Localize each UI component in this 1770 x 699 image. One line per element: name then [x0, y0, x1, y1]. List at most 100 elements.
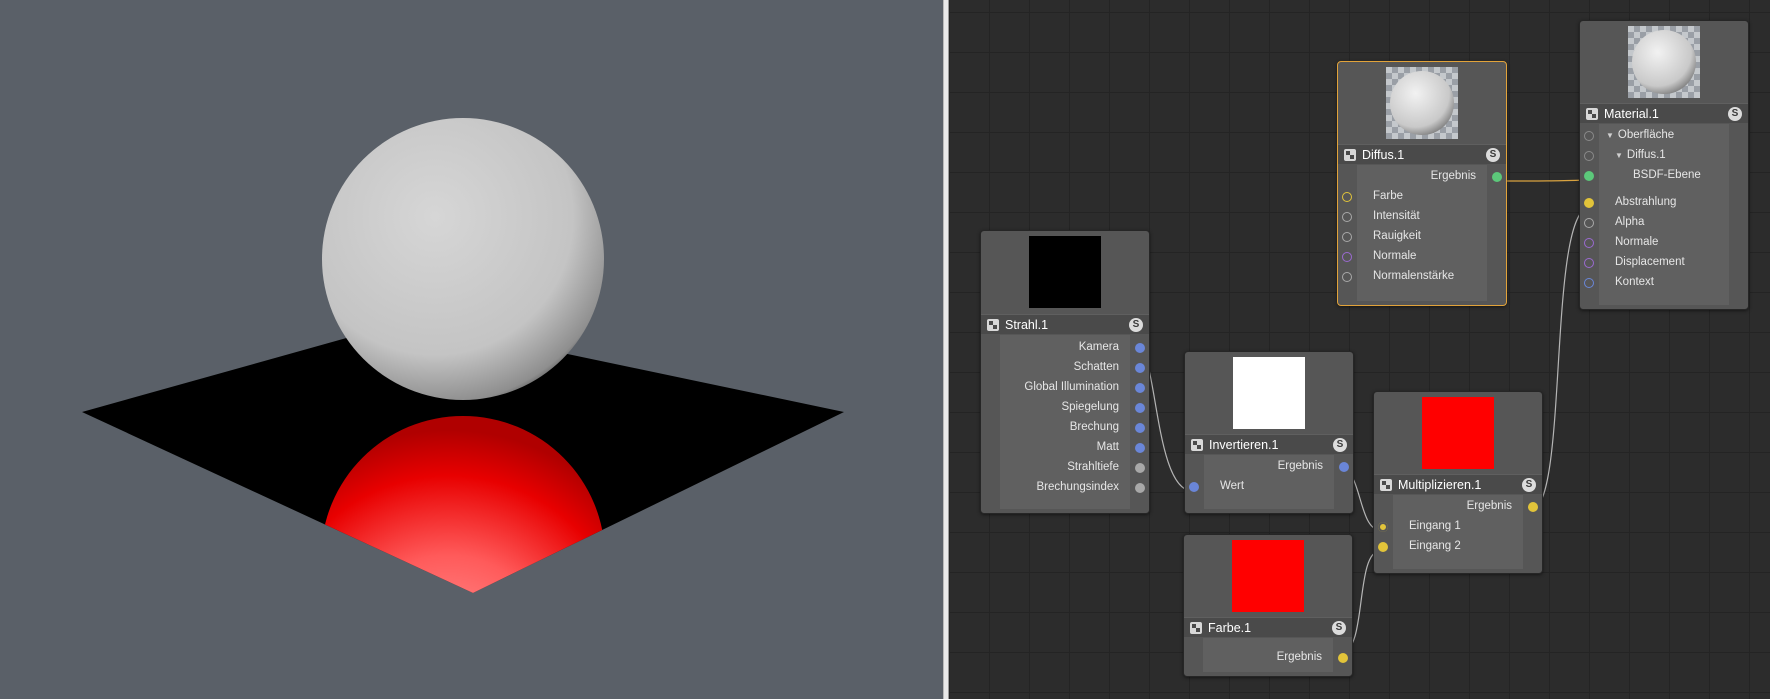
port-row-ergebnis: Ergebnis	[1357, 167, 1487, 187]
input-port-eingang-2[interactable]	[1378, 542, 1388, 552]
node-ports-area: ▼ Oberfläche ▼ Diffus.1 BSDF-Ebene Abstrah…	[1599, 124, 1729, 305]
output-port-schatten[interactable]	[1135, 363, 1145, 373]
node-header[interactable]: Farbe.1 S	[1184, 617, 1352, 637]
solo-button[interactable]: S	[1129, 318, 1143, 332]
input-port-kontext[interactable]	[1584, 278, 1594, 288]
node-editor[interactable]: Strahl.1 S Kamera Schatten Global Illumi…	[949, 0, 1770, 699]
port-row-strahltiefe: Strahltiefe	[1000, 458, 1130, 478]
input-port-abstrahlung[interactable]	[1584, 198, 1594, 208]
tree-item-label: ▼ Oberfläche	[1606, 129, 1674, 141]
output-port-global-illumination[interactable]	[1135, 383, 1145, 393]
tree-item-label: ▼ Diffus.1	[1615, 149, 1666, 161]
node-header[interactable]: Strahl.1 S	[981, 314, 1149, 334]
node-ports-area: Ergebnis Wert	[1204, 455, 1334, 509]
node-header[interactable]: Multiplizieren.1 S	[1374, 474, 1542, 494]
port-label: Eingang 1	[1409, 520, 1461, 532]
port-row-alpha: Alpha	[1599, 213, 1729, 233]
node-invertieren[interactable]: Invertieren.1 S Ergebnis Wert	[1184, 351, 1354, 514]
input-port-normale[interactable]	[1342, 252, 1352, 262]
input-port-wert[interactable]	[1189, 482, 1199, 492]
port-label: Ergebnis	[1276, 651, 1322, 663]
node-header[interactable]: Diffus.1 S	[1338, 144, 1506, 164]
port-label: Normalenstärke	[1373, 270, 1455, 282]
expand-triangle-icon[interactable]: ▼	[1615, 151, 1623, 160]
output-port-matt[interactable]	[1135, 443, 1145, 453]
port-label: Strahltiefe	[1067, 461, 1119, 473]
multiplizieren-preview-swatch	[1422, 397, 1494, 469]
port-label: Ergebnis	[1277, 460, 1323, 472]
tree-item-oberflaeche[interactable]: ▼ Oberfläche	[1599, 126, 1729, 146]
invertieren-preview-swatch	[1233, 357, 1305, 429]
input-port-diffus[interactable]	[1584, 151, 1594, 161]
tree-item-label: BSDF-Ebene	[1633, 169, 1701, 181]
node-strahl[interactable]: Strahl.1 S Kamera Schatten Global Illumi…	[980, 230, 1150, 514]
port-row-ergebnis: Ergebnis	[1203, 648, 1333, 668]
input-port-normale[interactable]	[1584, 238, 1594, 248]
input-port-intensitaet[interactable]	[1342, 212, 1352, 222]
sphere-reflection	[321, 416, 605, 593]
port-row-ergebnis: Ergebnis	[1204, 457, 1334, 477]
node-type-icon	[987, 319, 999, 331]
port-row-global-illumination: Global Illumination	[1000, 378, 1130, 398]
solo-button[interactable]: S	[1522, 478, 1536, 492]
port-label: Normale	[1615, 236, 1659, 248]
port-row-normalenstaerke: Normalenstärke	[1357, 267, 1487, 287]
sphere-thumbnail-icon	[1390, 71, 1454, 135]
output-port-brechung[interactable]	[1135, 423, 1145, 433]
input-port-rauigkeit[interactable]	[1342, 232, 1352, 242]
port-label: Alpha	[1615, 216, 1645, 228]
material-preview-sphere	[1628, 26, 1700, 98]
port-row-rauigkeit: Rauigkeit	[1357, 227, 1487, 247]
port-label: Normale	[1373, 250, 1417, 262]
input-port-displacement[interactable]	[1584, 258, 1594, 268]
sphere-thumbnail-icon	[1632, 30, 1696, 94]
node-ports-area: Ergebnis Eingang 1 Eingang 2	[1393, 495, 1523, 569]
input-port-normalenstaerke[interactable]	[1342, 272, 1352, 282]
port-row-ergebnis: Ergebnis	[1393, 497, 1523, 517]
port-row-eingang-2: Eingang 2	[1393, 537, 1523, 557]
input-port-alpha[interactable]	[1584, 218, 1594, 228]
node-type-icon	[1191, 439, 1203, 451]
node-title: Farbe.1	[1208, 621, 1252, 635]
input-port-bsdf-ebene[interactable]	[1584, 171, 1594, 181]
port-label: Rauigkeit	[1373, 230, 1421, 242]
tree-item-bsdf-ebene[interactable]: BSDF-Ebene	[1599, 166, 1729, 186]
output-port-spiegelung[interactable]	[1135, 403, 1145, 413]
node-material[interactable]: Material.1 S ▼ Oberfläche ▼ Diffus.1 BSDF-…	[1579, 20, 1749, 310]
diffus-preview-sphere	[1386, 67, 1458, 139]
input-port-farbe[interactable]	[1342, 192, 1352, 202]
node-multiplizieren[interactable]: Multiplizieren.1 S Ergebnis Eingang 1 Ei…	[1373, 391, 1543, 574]
white-sphere	[322, 118, 604, 400]
port-label: Kamera	[1078, 341, 1119, 353]
output-port-ergebnis[interactable]	[1338, 653, 1348, 663]
node-diffus[interactable]: Diffus.1 S Ergebnis Farbe Intensität Rau…	[1337, 61, 1507, 306]
node-header[interactable]: Material.1 S	[1580, 103, 1748, 123]
port-row-intensitaet: Intensität	[1357, 207, 1487, 227]
output-port-ergebnis[interactable]	[1339, 462, 1349, 472]
node-ports-area: Kamera Schatten Global Illumination Spie…	[1000, 335, 1130, 509]
port-row-matt: Matt	[1000, 438, 1130, 458]
solo-button[interactable]: S	[1332, 621, 1346, 635]
expand-triangle-icon[interactable]: ▼	[1606, 131, 1614, 140]
render-scene	[82, 118, 844, 593]
port-label: Farbe	[1373, 190, 1404, 202]
output-port-ergebnis[interactable]	[1528, 502, 1538, 512]
node-type-icon	[1344, 149, 1356, 161]
input-port-eingang-1[interactable]	[1378, 522, 1388, 532]
node-title: Multiplizieren.1	[1398, 478, 1482, 492]
render-viewport[interactable]	[0, 0, 943, 699]
solo-button[interactable]: S	[1728, 107, 1742, 121]
input-port-oberflaeche[interactable]	[1584, 131, 1594, 141]
solo-button[interactable]: S	[1333, 438, 1347, 452]
output-port-strahltiefe[interactable]	[1135, 463, 1145, 473]
tree-item-diffus[interactable]: ▼ Diffus.1	[1599, 146, 1729, 166]
port-label: Displacement	[1615, 256, 1685, 268]
port-label: Intensität	[1373, 210, 1420, 222]
node-header[interactable]: Invertieren.1 S	[1185, 434, 1353, 454]
output-port-brechungsindex[interactable]	[1135, 483, 1145, 493]
port-row-spiegelung: Spiegelung	[1000, 398, 1130, 418]
solo-button[interactable]: S	[1486, 148, 1500, 162]
output-port-ergebnis[interactable]	[1492, 172, 1502, 182]
node-farbe[interactable]: Farbe.1 S Ergebnis	[1183, 534, 1353, 677]
output-port-kamera[interactable]	[1135, 343, 1145, 353]
